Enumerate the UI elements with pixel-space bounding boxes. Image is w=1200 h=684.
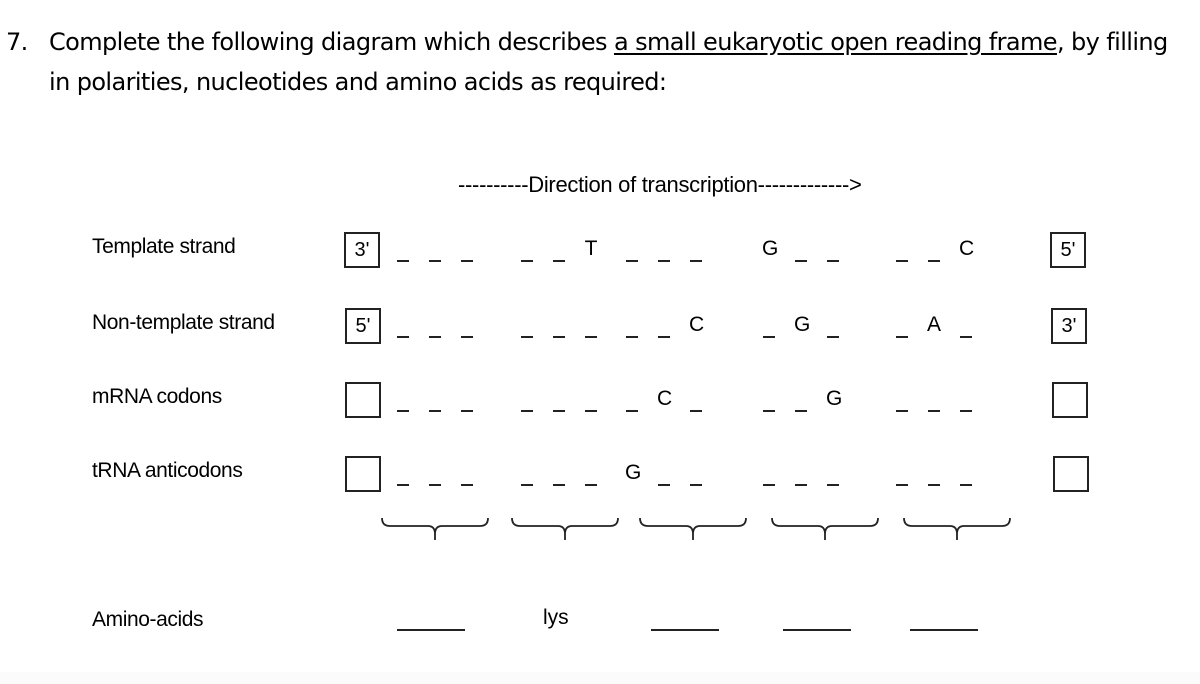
trna-anticodons-row: tRNA anticodons G xyxy=(0,0,1200,492)
non-template-strand-right-polarity-box[interactable]: 3' xyxy=(1051,308,1087,344)
nucleotide-blank[interactable] xyxy=(396,310,410,340)
nucleotide-blank[interactable] xyxy=(625,234,639,264)
nucleotide-given: T xyxy=(584,237,598,260)
nucleotide-given: A xyxy=(927,313,942,336)
nucleotide-blank[interactable] xyxy=(657,458,671,488)
nucleotide-blank[interactable] xyxy=(959,384,973,414)
amino-acid-blank[interactable] xyxy=(651,629,719,631)
nucleotide-blank[interactable] xyxy=(552,384,566,414)
nucleotide-blank[interactable] xyxy=(396,234,410,264)
mrna-codons-label: mRNA codons xyxy=(92,385,222,408)
nucleotide-blank[interactable] xyxy=(895,458,909,488)
nucleotide-blank[interactable] xyxy=(959,458,973,488)
codon-brace-1 xyxy=(381,517,489,540)
question-line-2: in polarities, nucleotides and amino aci… xyxy=(49,68,667,96)
nucleotide-blank[interactable] xyxy=(794,384,808,414)
nucleotide-blank[interactable] xyxy=(552,458,566,488)
nucleotide-blank[interactable] xyxy=(794,234,808,264)
nucleotide-blank[interactable] xyxy=(689,384,703,414)
codon-brace-2 xyxy=(511,517,619,540)
non-template-strand-label: Non-template strand xyxy=(92,311,275,334)
nucleotide-blank[interactable] xyxy=(460,384,474,414)
nucleotide-blank[interactable] xyxy=(520,310,534,340)
trna-anticodons-left-polarity-box[interactable] xyxy=(345,456,381,492)
nucleotide-blank[interactable] xyxy=(584,458,598,488)
codon-brace-5 xyxy=(903,517,1011,540)
codon-brace-4 xyxy=(771,517,879,540)
direction-of-transcription-label: ----------Direction of transcription----… xyxy=(458,172,862,197)
nucleotide-blank[interactable] xyxy=(584,384,598,414)
nucleotide-blank[interactable] xyxy=(689,458,703,488)
amino-acid-blank[interactable] xyxy=(910,629,978,631)
nucleotide-given: G xyxy=(625,461,642,484)
nucleotide-blank[interactable] xyxy=(552,310,566,340)
amino-acid-blank[interactable] xyxy=(397,629,465,631)
nucleotide-blank[interactable] xyxy=(762,384,776,414)
template-strand-label: Template strand xyxy=(92,235,236,258)
nucleotide-blank[interactable] xyxy=(826,458,840,488)
nucleotide-blank[interactable] xyxy=(689,234,703,264)
page-bottom-edge xyxy=(0,672,1200,684)
nucleotide-blank[interactable] xyxy=(428,234,442,264)
amino-acid-given: lys xyxy=(543,606,569,629)
non-template-strand-left-polarity-box[interactable]: 5' xyxy=(345,308,381,344)
nucleotide-blank[interactable] xyxy=(396,384,410,414)
nucleotide-blank[interactable] xyxy=(927,458,941,488)
nucleotide-blank[interactable] xyxy=(657,310,671,340)
nucleotide-blank[interactable] xyxy=(826,234,840,264)
nucleotide-blank[interactable] xyxy=(625,310,639,340)
nucleotide-blank[interactable] xyxy=(625,384,639,414)
nucleotide-blank[interactable] xyxy=(428,458,442,488)
amino-acids-label: Amino-acids xyxy=(92,608,204,631)
nucleotide-blank[interactable] xyxy=(826,310,840,340)
nucleotide-blank[interactable] xyxy=(460,458,474,488)
nucleotide-blank[interactable] xyxy=(657,234,671,264)
trna-anticodons-label: tRNA anticodons xyxy=(92,459,243,482)
nucleotide-given: C xyxy=(689,313,705,336)
nucleotide-blank[interactable] xyxy=(762,310,776,340)
nucleotide-blank[interactable] xyxy=(460,310,474,340)
nucleotide-given: G xyxy=(794,313,811,336)
codon-brace-3 xyxy=(639,517,747,540)
template-strand-right-polarity-box[interactable]: 5' xyxy=(1050,232,1086,268)
nucleotide-blank[interactable] xyxy=(520,458,534,488)
nucleotide-blank[interactable] xyxy=(520,234,534,264)
nucleotide-given: G xyxy=(826,387,843,410)
nucleotide-blank[interactable] xyxy=(396,458,410,488)
template-strand-left-polarity-box[interactable]: 3' xyxy=(344,232,380,268)
nucleotide-blank[interactable] xyxy=(794,458,808,488)
nucleotide-given: C xyxy=(959,237,975,260)
nucleotide-blank[interactable] xyxy=(927,384,941,414)
trna-anticodons-right-polarity-box[interactable] xyxy=(1053,456,1089,492)
nucleotide-blank[interactable] xyxy=(895,234,909,264)
nucleotide-blank[interactable] xyxy=(552,234,566,264)
amino-acid-blank[interactable] xyxy=(783,629,851,631)
nucleotide-given: C xyxy=(657,387,673,410)
nucleotide-blank[interactable] xyxy=(927,234,941,264)
mrna-codons-left-polarity-box[interactable] xyxy=(345,382,381,418)
nucleotide-blank[interactable] xyxy=(895,384,909,414)
nucleotide-blank[interactable] xyxy=(762,458,776,488)
nucleotide-blank[interactable] xyxy=(959,310,973,340)
nucleotide-blank[interactable] xyxy=(460,234,474,264)
nucleotide-given: G xyxy=(762,237,779,260)
mrna-codons-right-polarity-box[interactable] xyxy=(1052,382,1088,418)
nucleotide-blank[interactable] xyxy=(895,310,909,340)
nucleotide-blank[interactable] xyxy=(428,310,442,340)
nucleotide-blank[interactable] xyxy=(428,384,442,414)
nucleotide-blank[interactable] xyxy=(520,384,534,414)
nucleotide-blank[interactable] xyxy=(584,310,598,340)
